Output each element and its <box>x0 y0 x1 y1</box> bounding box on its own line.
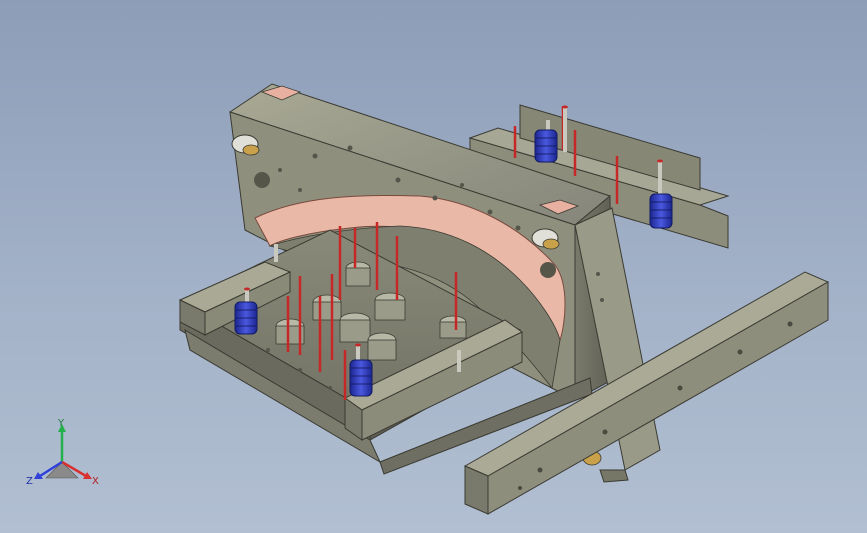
mold-assembly-model[interactable] <box>0 0 867 533</box>
z-axis-label: Z <box>26 476 33 487</box>
axis-triad: Y X Z <box>26 418 99 487</box>
y-axis-label: Y <box>57 418 65 429</box>
cad-viewport[interactable]: Y X Z <box>0 0 867 533</box>
x-axis-label: X <box>92 476 99 487</box>
